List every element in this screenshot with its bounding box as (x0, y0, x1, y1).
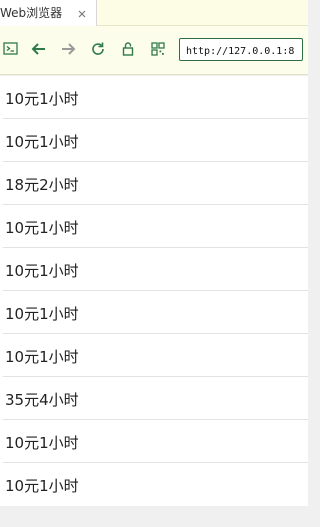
tab-bar: Web浏览器 (0, 0, 308, 26)
forward-arrow-icon[interactable] (59, 40, 77, 58)
list-item[interactable]: 10元1小时 (0, 205, 308, 248)
list-item-label: 10元1小时 (5, 477, 79, 495)
list-item-label: 10元1小时 (5, 348, 79, 366)
list-item-label: 18元2小时 (5, 176, 79, 194)
back-arrow-icon[interactable] (30, 40, 48, 58)
list-item[interactable]: 10元1小时 (0, 420, 308, 463)
list-item[interactable]: 10元1小时 (0, 463, 308, 506)
list-item[interactable]: 35元4小时 (0, 377, 308, 420)
close-icon[interactable] (76, 5, 88, 18)
list-item[interactable]: 10元1小时 (0, 334, 308, 377)
list-item[interactable]: 10元1小时 (0, 248, 308, 291)
list-item-label: 35元4小时 (5, 391, 79, 409)
url-input[interactable] (180, 41, 302, 60)
lock-icon[interactable] (119, 40, 137, 58)
price-list: 10元1小时 10元1小时 18元2小时 10元1小时 10元1小时 10元1小… (0, 76, 308, 506)
browser-toolbar (0, 26, 308, 75)
list-item-label: 10元1小时 (5, 219, 79, 237)
browser-tab[interactable]: Web浏览器 (0, 0, 97, 26)
console-icon[interactable] (2, 40, 20, 58)
refresh-icon[interactable] (89, 40, 107, 58)
list-item[interactable]: 10元1小时 (0, 291, 308, 334)
list-item[interactable]: 10元1小时 (0, 119, 308, 162)
qr-code-icon[interactable] (149, 40, 167, 58)
list-item[interactable]: 10元1小时 (0, 76, 308, 119)
list-item-label: 10元1小时 (5, 434, 79, 452)
list-item-label: 10元1小时 (5, 133, 79, 151)
list-item[interactable]: 18元2小时 (0, 162, 308, 205)
address-bar[interactable] (179, 38, 303, 61)
list-item-label: 10元1小时 (5, 262, 79, 280)
list-item-label: 10元1小时 (5, 305, 79, 323)
list-item-label: 10元1小时 (5, 90, 79, 108)
tab-title: Web浏览器 (0, 6, 63, 20)
